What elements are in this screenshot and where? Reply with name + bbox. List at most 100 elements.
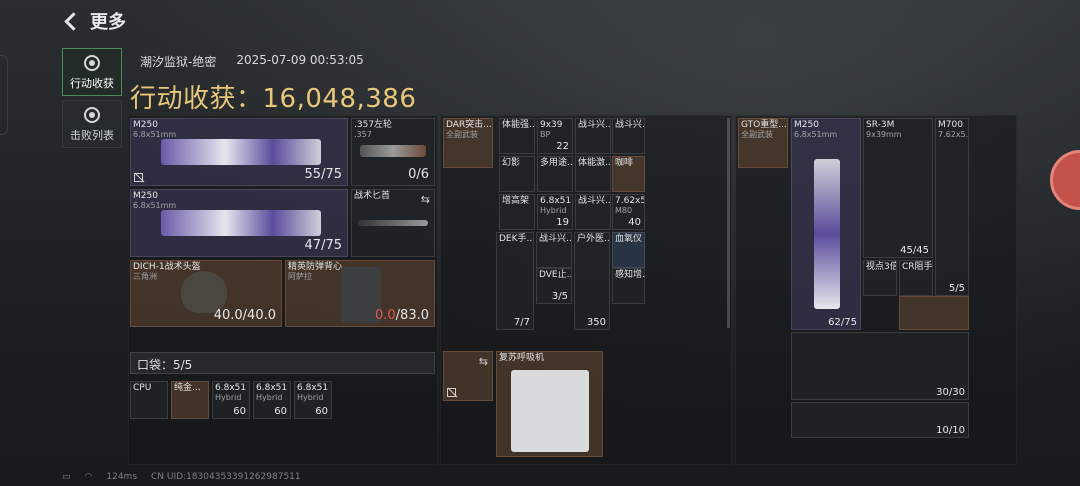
- weapon-caliber: .357: [354, 130, 372, 139]
- back-arrow-icon[interactable]: [62, 12, 80, 30]
- item-name: 精英防弹背心: [288, 262, 343, 272]
- item-sub: M80: [615, 206, 633, 215]
- tab-action-loot[interactable]: 行动收获: [62, 48, 122, 96]
- item-count: 10/10: [936, 425, 965, 436]
- bag-item[interactable]: M7007.62x5... 5/5: [935, 118, 969, 296]
- rig-item[interactable]: 战斗兴...: [612, 118, 645, 154]
- rig-item[interactable]: 咖啡: [612, 156, 645, 192]
- item-sub: Hybrid: [297, 393, 324, 402]
- item-name: 战斗兴...: [578, 120, 611, 130]
- pocket-item[interactable]: 6.8x51 Hybrid 60: [212, 381, 250, 419]
- item-name: 体能强...: [502, 120, 535, 130]
- pocket-item[interactable]: 6.8x51 Hybrid 60: [294, 381, 332, 419]
- edge-handle[interactable]: [0, 55, 8, 135]
- bag-item[interactable]: SR-3M 9x39mm 45/45: [863, 118, 933, 258]
- ammo-count: 55/75: [304, 167, 342, 182]
- item-sub: 9x39mm: [866, 130, 902, 139]
- item-sub: Hybrid: [540, 206, 567, 215]
- item-sub: Hybrid: [215, 393, 242, 402]
- item-name: 战斗兴...: [615, 120, 645, 130]
- item-name: 战斗兴...: [539, 234, 572, 244]
- backpack-item[interactable]: 感知增...: [612, 268, 645, 304]
- weapon-caliber: 6.8x51mm: [133, 130, 177, 139]
- rig-item[interactable]: 体能激...: [575, 156, 611, 192]
- item-source: 阿萨拉: [288, 272, 312, 281]
- match-info: 潮汐监狱-绝密 2025-07-09 00:53:05: [140, 53, 364, 70]
- swap-icon: ⇆: [478, 355, 488, 368]
- skull-icon: [84, 107, 100, 123]
- item-name: 6.8x51: [256, 383, 288, 393]
- rig-item[interactable]: 战斗兴...: [575, 194, 611, 230]
- rig-slot[interactable]: DAR突击... 全副武装: [443, 118, 493, 168]
- rig-item[interactable]: 体能强...: [499, 118, 535, 154]
- knife-image: [358, 220, 428, 226]
- item-count: 30/30: [936, 387, 965, 398]
- weapon-name: .357左轮: [354, 120, 393, 130]
- loot-label: 行动收获：: [130, 84, 263, 114]
- item-sub: 全副武装: [741, 130, 773, 139]
- primary-weapon-1[interactable]: M250 6.8x51mm 55/75: [130, 118, 348, 186]
- rig-item[interactable]: 增高架: [499, 194, 535, 230]
- pocket-item[interactable]: 6.8x51 Hybrid 60: [253, 381, 291, 419]
- durability: 40.0/40.0: [213, 308, 276, 323]
- item-count: 60: [233, 406, 246, 417]
- item-sub: 6.8x51mm: [794, 130, 838, 139]
- item-name: 多用途...: [540, 158, 573, 168]
- rig-item[interactable]: 6.8x51 Hybrid 19: [537, 194, 573, 230]
- backpack-slot[interactable]: GTO重型... 全副武装: [738, 118, 788, 168]
- rig-item[interactable]: 幻影: [499, 156, 535, 192]
- bag-item[interactable]: 30/30: [791, 332, 969, 400]
- page-title: 更多: [90, 12, 126, 33]
- pocket-item[interactable]: CPU: [130, 381, 168, 419]
- item-count: 7/7: [513, 317, 530, 328]
- melee-slot[interactable]: 战术匕首 ⇆: [351, 189, 435, 257]
- bag-item-gold-chain[interactable]: [899, 296, 969, 330]
- durability-max: /83.0: [395, 308, 429, 323]
- item-name: DVE止...: [539, 270, 572, 280]
- tab-kill-list[interactable]: 击败列表: [62, 100, 122, 148]
- item-name: DICH-1战术头盔: [133, 262, 201, 272]
- primary-weapon-2[interactable]: M250 6.8x51mm 47/75: [130, 189, 348, 257]
- weapon-caliber: 6.8x51mm: [133, 201, 177, 210]
- bag-item[interactable]: 10/10: [791, 402, 969, 438]
- item-name: 体能激...: [578, 158, 611, 168]
- unlocked-icon: [447, 388, 456, 397]
- item-name: DEK手...: [499, 234, 534, 244]
- backpack-item[interactable]: DVE止... 3/5: [536, 268, 572, 304]
- item-name: 增高架: [502, 196, 530, 206]
- target-icon: [84, 55, 100, 71]
- rig-item[interactable]: 7.62x5...M80 40: [612, 194, 645, 230]
- armor-slot[interactable]: 精英防弹背心 阿萨拉 0.0/83.0: [285, 260, 435, 327]
- device-image: [511, 370, 589, 452]
- rig-item[interactable]: 9x39 BP 22: [537, 118, 573, 154]
- revival-device[interactable]: 复苏呼吸机: [496, 351, 603, 457]
- ammo-count: 0/6: [408, 167, 429, 182]
- bag-item[interactable]: 视点3倍: [863, 260, 897, 296]
- item-name: 6.8x51: [297, 383, 329, 393]
- rig-item[interactable]: 多用途...: [537, 156, 573, 192]
- rig-item[interactable]: 战斗兴...: [575, 118, 611, 154]
- backpack-item[interactable]: 血氧仪: [612, 232, 645, 268]
- pistol-slot[interactable]: .357左轮 .357 0/6: [351, 118, 435, 186]
- backpack-item[interactable]: DEK手... 7/7: [496, 232, 534, 330]
- item-count: 45/45: [900, 245, 929, 256]
- scrollbar[interactable]: [727, 118, 730, 328]
- swap-icon: ⇆: [420, 193, 430, 206]
- item-sub: 全副武装: [446, 130, 478, 139]
- helmet-image: [181, 271, 227, 313]
- item-count: 350: [586, 317, 606, 328]
- backpack-item[interactable]: 战斗兴...: [536, 232, 572, 268]
- backpack-item[interactable]: 户外医... 350: [574, 232, 610, 330]
- pocket-item[interactable]: 纯金...: [171, 381, 209, 419]
- m250-image: [814, 159, 840, 309]
- item-name: 9x39: [540, 120, 563, 130]
- item-count: 60: [274, 406, 287, 417]
- bag-item[interactable]: CR阻手...: [899, 260, 933, 296]
- helmet-slot[interactable]: DICH-1战术头盔 三角洲 40.0/40.0: [130, 260, 282, 327]
- item-name: 血氧仪: [615, 234, 643, 244]
- special-slot[interactable]: ⇆: [443, 351, 493, 401]
- bag-item[interactable]: M250 6.8x51mm 62/75: [791, 118, 861, 330]
- weapon-name: 战术匕首: [354, 191, 391, 201]
- item-source: 三角洲: [133, 272, 157, 281]
- revolver-image: [360, 145, 426, 157]
